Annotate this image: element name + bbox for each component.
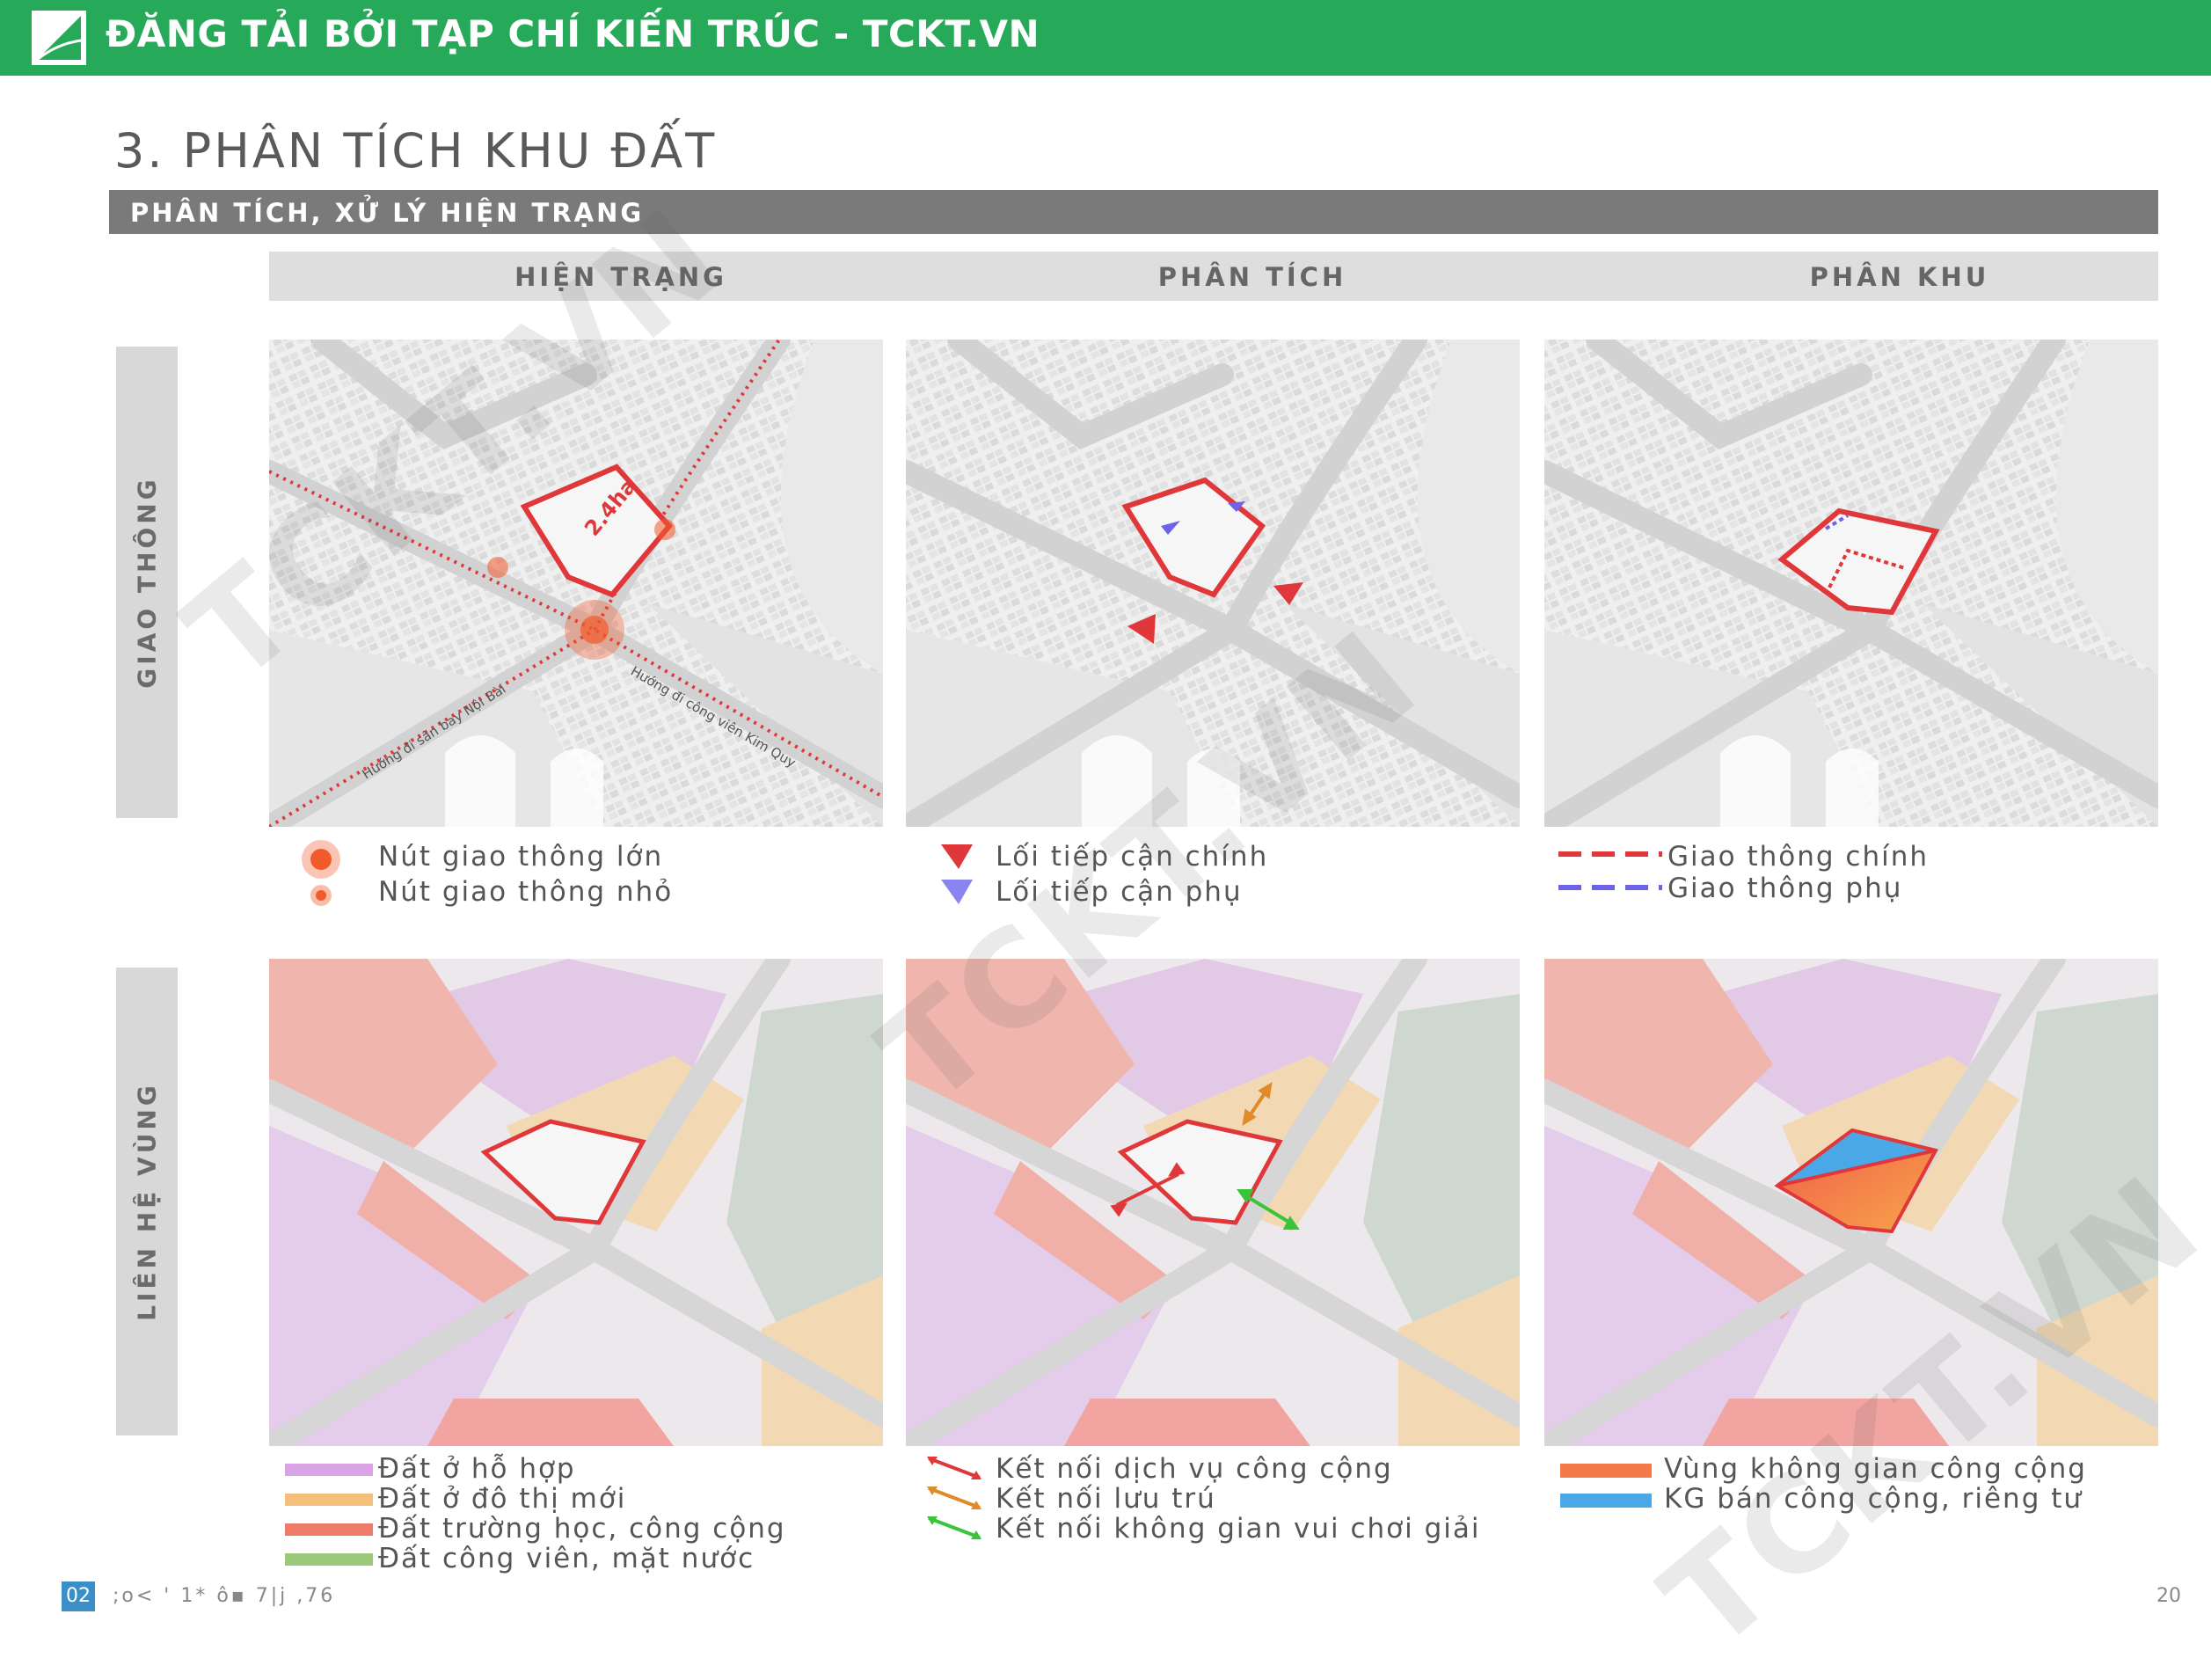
tckt-logo-icon bbox=[32, 11, 86, 65]
legend-region-current: Đất ở hỗ hợp Đất ở đô thị mới Đất trường… bbox=[285, 1453, 892, 1576]
page-number: 20 bbox=[2156, 1585, 2181, 1607]
minor-node-marker bbox=[487, 557, 508, 578]
legend-item: Giao thông phụ bbox=[1667, 873, 1903, 904]
legend-item: Kết nối lưu trú bbox=[996, 1483, 1216, 1515]
header-banner: ĐĂNG TẢI BỞI TẠP CHÍ KIẾN TRÚC - TCKT.VN bbox=[0, 0, 2211, 76]
section-bar: PHÂN TÍCH, XỬ LÝ HIỆN TRẠNG bbox=[109, 190, 2158, 234]
legend-traffic-current: Nút giao thông lớn Nút giao thông nhỏ bbox=[299, 837, 879, 917]
footer-section-badge: 02 bbox=[62, 1581, 95, 1611]
main-road-legend-icon bbox=[1558, 851, 1662, 857]
legend-item: Kết nối dịch vụ công cộng bbox=[996, 1453, 1393, 1485]
legend-item: Giao thông chính bbox=[1667, 841, 1929, 873]
legend-item: Đất trường học, công cộng bbox=[378, 1513, 786, 1545]
legend-item: Kết nối không gian vui chơi giải bbox=[996, 1513, 1481, 1545]
legend-item: Đất công viên, mặt nước bbox=[378, 1543, 755, 1574]
lodging-link-legend-icon bbox=[927, 1486, 981, 1509]
swatch-mixed-residential bbox=[285, 1464, 373, 1476]
legend-item: Nút giao thông lớn bbox=[378, 841, 664, 873]
swatch-new-urban bbox=[285, 1494, 373, 1506]
swatch-public-zone bbox=[1560, 1464, 1652, 1478]
major-node-legend-icon bbox=[302, 840, 340, 879]
legend-item: Đất ở hỗ hợp bbox=[378, 1453, 576, 1485]
main-access-legend-icon bbox=[941, 844, 973, 869]
minor-node-legend-icon bbox=[310, 885, 332, 906]
column-header-zoning: PHÂN KHU bbox=[1809, 262, 1990, 292]
map-region-current bbox=[269, 959, 883, 1446]
swatch-semi-private-zone bbox=[1560, 1494, 1652, 1508]
swatch-school-public bbox=[285, 1523, 373, 1536]
legend-region-analysis: Kết nối dịch vụ công cộng Kết nối lưu tr… bbox=[925, 1453, 1514, 1550]
legend-item: Nút giao thông nhỏ bbox=[378, 876, 674, 908]
legend-item: Đất ở đô thị mới bbox=[378, 1483, 627, 1515]
secondary-access-legend-icon bbox=[941, 880, 973, 904]
leisure-link-legend-icon bbox=[927, 1516, 981, 1539]
page-title: 3. PHÂN TÍCH KHU ĐẤT bbox=[114, 123, 718, 179]
row-label-traffic: GIAO THÔNG bbox=[116, 347, 178, 818]
public-service-link-legend-icon bbox=[927, 1457, 981, 1479]
row-label-region: LIÊN HỆ VÙNG bbox=[116, 968, 178, 1435]
column-header-analysis: PHÂN TÍCH bbox=[1157, 262, 1347, 292]
legend-traffic-zoning: Giao thông chính Giao thông phụ bbox=[1558, 837, 2139, 917]
section-title: PHÂN TÍCH, XỬ LÝ HIỆN TRẠNG bbox=[130, 198, 645, 228]
footer-text: ;o< ' 1* ô▪ 7|j ,76 bbox=[113, 1585, 336, 1607]
banner-text: ĐĂNG TẢI BỞI TẠP CHÍ KIẾN TRÚC - TCKT.VN bbox=[106, 12, 1040, 55]
swatch-park-water bbox=[285, 1553, 373, 1566]
map-traffic-zoning bbox=[1544, 340, 2158, 827]
secondary-road-legend-icon bbox=[1558, 885, 1662, 890]
